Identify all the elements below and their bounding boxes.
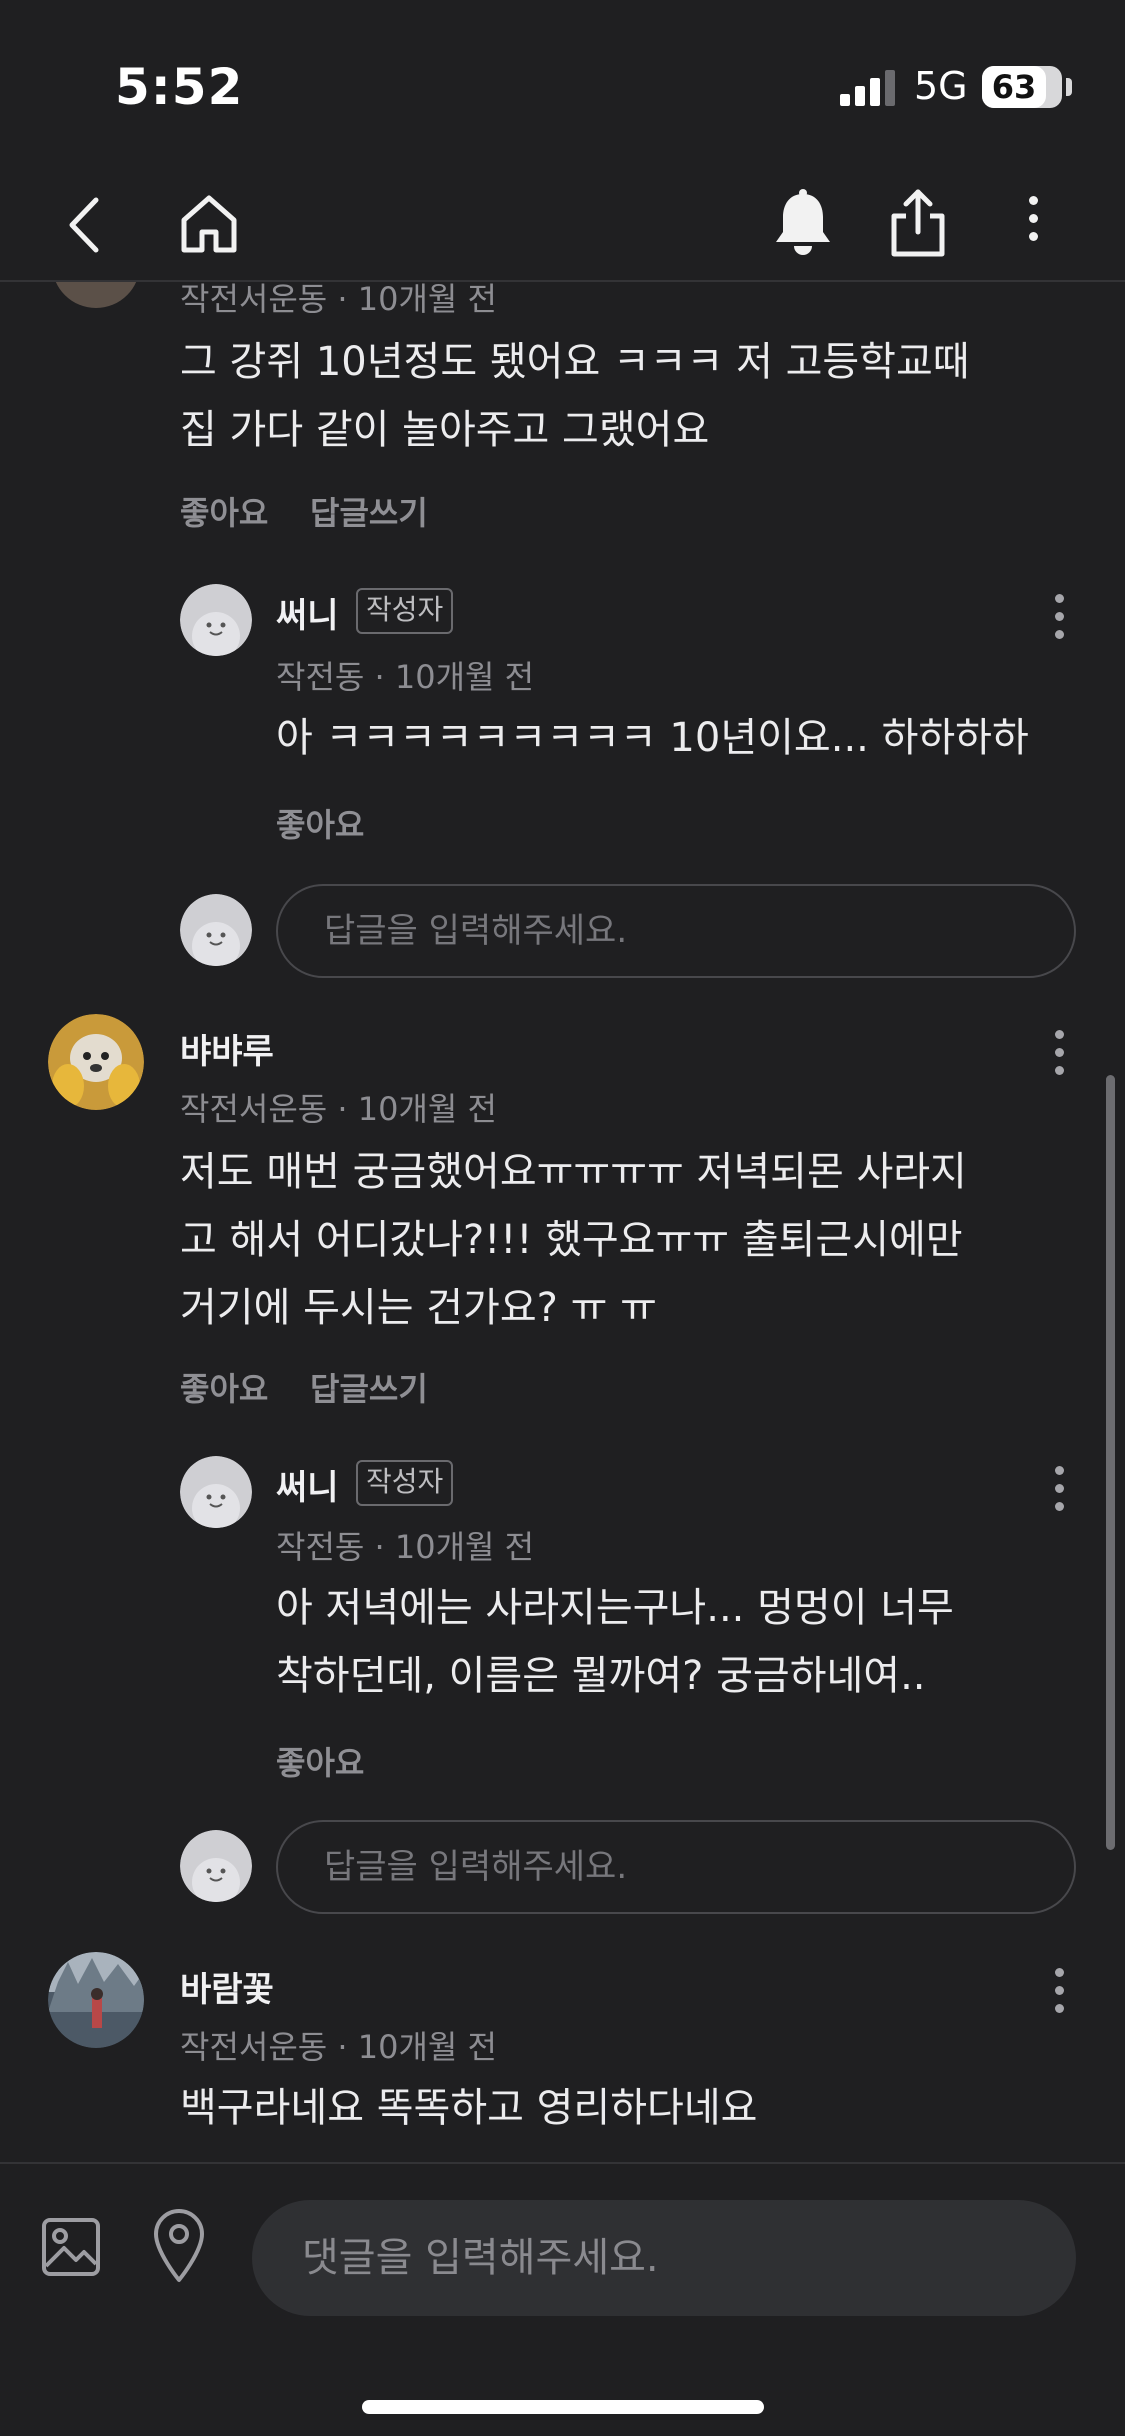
comment-text: 아 저녁에는 사라지는구나... 멍멍이 너무 착하던데, 이름은 뭘까여? 궁… [276,1585,954,1699]
avatar [180,894,252,966]
comment-meta: 작전서운동 · 10개월 전 [180,2028,497,2066]
more-icon[interactable] [1053,1968,1065,2020]
scrollbar[interactable] [1106,1075,1115,1850]
status-bar: 5:52 5G 63 [0,0,1125,170]
reply-button[interactable]: 답글쓰기 [310,1364,428,1410]
author-name: 써니 [276,1468,339,1508]
author-name: 써니 [276,596,339,636]
author-name: 바람꽃 [180,1970,274,2010]
author-badge: 작성자 [356,588,454,634]
avatar[interactable] [180,584,252,656]
bell-icon[interactable] [772,188,834,258]
more-icon[interactable] [1027,196,1039,248]
signal-icon [840,70,895,106]
comment-meta: 작전서운동 · 10개월 전 [180,282,497,318]
location-icon[interactable] [150,2208,208,2284]
share-icon[interactable] [888,186,948,260]
more-icon[interactable] [1053,594,1065,646]
comment-list: 작전서운동 · 10개월 전 그 강쥐 10년정도 됐어요 ㅋㅋㅋ 저 고등학교… [0,282,1125,2162]
comment-text: 백구라네요 똑똑하고 영리하다네요 [180,2085,758,2131]
home-icon[interactable] [176,190,242,256]
battery-icon: 63 [982,66,1062,108]
author-name: 뱌뱌루 [180,1032,274,1072]
comment-composer: 댓글을 입력해주세요. [0,2162,1125,2436]
comment-meta: 작전동 · 10개월 전 [276,658,535,696]
more-icon[interactable] [1053,1030,1065,1082]
like-button[interactable]: 좋아요 [276,800,364,846]
comment-text: 그 강쥐 10년정도 됐어요 ㅋㅋㅋ 저 고등학교때 집 가다 같이 놀아주고 … [180,339,970,453]
comment-text: 저도 매번 궁금했어요ㅠㅠㅠㅠ 저녁되몬 사라지 고 해서 어디갔나?!!! 했… [180,1149,967,1331]
image-icon[interactable] [40,2216,102,2278]
status-time: 5:52 [115,58,244,116]
network-label: 5G [914,64,968,108]
avatar[interactable] [52,282,140,308]
comment-text: 아 ㅋㅋㅋㅋㅋㅋㅋㅋㅋ 10년이요... 하하하하 [276,715,1029,761]
home-indicator [362,2400,764,2414]
more-icon[interactable] [1053,1466,1065,1518]
avatar[interactable] [48,1014,144,1110]
comment-input[interactable]: 댓글을 입력해주세요. [252,2200,1076,2316]
reply-input[interactable]: 답글을 입력해주세요. [276,884,1076,978]
like-button[interactable]: 좋아요 [180,1364,268,1410]
comment-meta: 작전서운동 · 10개월 전 [180,1090,497,1128]
top-navbar [0,170,1125,282]
like-button[interactable]: 좋아요 [180,488,268,534]
battery-tip [1066,78,1072,96]
comment-meta: 작전동 · 10개월 전 [276,1528,535,1566]
avatar[interactable] [48,1952,144,2048]
battery-level: 63 [982,66,1046,108]
back-icon[interactable] [62,194,108,256]
reply-button[interactable]: 답글쓰기 [310,488,428,534]
like-button[interactable]: 좋아요 [276,1738,364,1784]
avatar [180,1830,252,1902]
reply-input[interactable]: 답글을 입력해주세요. [276,1820,1076,1914]
avatar[interactable] [180,1456,252,1528]
author-badge: 작성자 [356,1460,454,1506]
